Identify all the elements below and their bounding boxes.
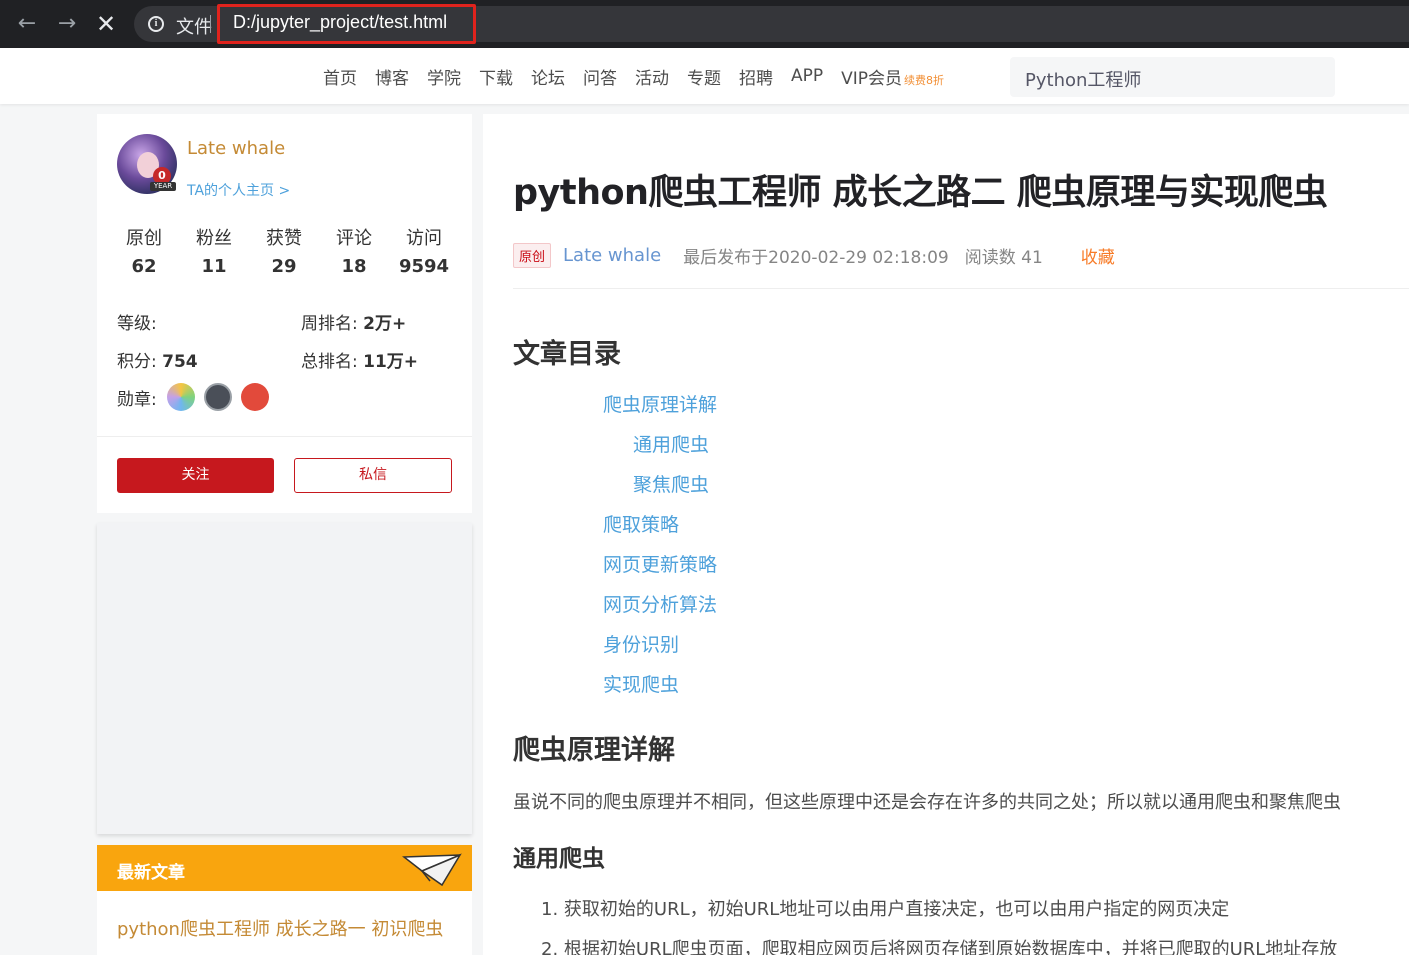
profile-stats: 原创 62 粉丝 11 获赞 29 评论 18 访问 9594 [109,224,459,277]
total-rank-label: 总排名: [301,352,358,372]
toc-link[interactable]: 爬取策略 [603,510,679,537]
medals-row: 勋章: [117,385,157,410]
stat-label: 粉丝 [196,228,232,249]
nav-link-vip[interactable]: VIP会员 续费8折 [841,64,944,89]
meta-divider [513,288,1409,289]
stat-label: 访问 [406,228,442,249]
week-rank-value: 2万+ [363,314,407,334]
nav-link-qa[interactable]: 问答 [583,64,617,89]
stat-value: 29 [271,256,297,277]
article-author[interactable]: Late whale [563,245,661,266]
stat-comments[interactable]: 评论 18 [319,224,389,277]
medal-red-icon[interactable] [241,383,269,411]
level-row: 等级: [117,309,157,334]
stat-value: 11 [201,256,227,277]
nav-link-topics[interactable]: 专题 [687,64,721,89]
nav-link-academy[interactable]: 学院 [427,64,461,89]
points-label: 积分: [117,352,157,372]
forward-arrow-icon[interactable]: → [52,9,82,39]
nav-link-download[interactable]: 下载 [479,64,513,89]
address-separator [210,15,211,33]
vip-discount-badge: 续费8折 [904,73,945,87]
toc-link[interactable]: 身份识别 [603,630,679,657]
level-label: 等级: [117,314,157,334]
stat-value: 62 [131,256,157,277]
points-row: 积分: 754 [117,347,198,372]
list-item: 1. 获取初始的URL，初始URL地址可以由用户直接决定，也可以由用户指定的网页… [541,899,1230,920]
article-read-count: 阅读数 41 [964,247,1043,268]
subsection-heading: 通用爬虫 [513,846,605,872]
stat-visits[interactable]: 访问 9594 [389,224,459,277]
section-heading: 爬虫原理详解 [513,735,675,766]
medal-rainbow-icon[interactable] [167,383,195,411]
week-rank-label: 周排名: [301,314,358,334]
recent-articles-title: 最新文章 [117,863,185,883]
toc-title: 文章目录 [513,339,621,370]
recent-article-link[interactable]: python爬虫工程师 成长之路一 初识爬虫 [117,915,443,941]
stat-fans[interactable]: 粉丝 11 [179,224,249,277]
points-value: 754 [162,352,198,372]
year-badge-label: YEAR [150,182,176,191]
nav-link-forum[interactable]: 论坛 [531,64,565,89]
recent-articles-list: python爬虫工程师 成长之路一 初识爬虫 [97,891,472,955]
article-date: 最后发布于2020-02-29 02:18:09 [683,247,949,268]
stat-original[interactable]: 原创 62 [109,224,179,277]
nav-link-blog[interactable]: 博客 [375,64,409,89]
paper-plane-icon [402,853,462,887]
toc-link[interactable]: 网页更新策略 [603,550,717,577]
medals-label: 勋章: [117,390,157,410]
toc-link[interactable]: 网页分析算法 [603,590,717,617]
recent-articles-header: 最新文章 [97,845,472,891]
toc-link[interactable]: 爬虫原理详解 [603,390,717,417]
total-rank-value: 11万+ [363,352,419,372]
browser-toolbar: ← → ✕ i 文件 D:/jupyter_project/test.html [0,0,1409,48]
toc-link[interactable]: 通用爬虫 [633,430,709,457]
nav-link-jobs[interactable]: 招聘 [739,64,773,89]
stat-value: 9594 [398,256,450,277]
profile-card: 0 YEAR Late whale TA的个人主页 > 原创 62 粉丝 11 … [97,114,472,513]
stat-likes[interactable]: 获赞 29 [249,224,319,277]
toc-link[interactable]: 聚焦爬虫 [633,470,709,497]
total-rank-row: 总排名: 11万+ [301,347,418,372]
url-text[interactable]: D:/jupyter_project/test.html [233,12,447,33]
nav-link-home[interactable]: 首页 [323,64,357,89]
week-rank-row: 周排名: 2万+ [301,309,406,334]
stat-label: 获赞 [266,228,302,249]
article-meta: 原创 Late whale 最后发布于2020-02-29 02:18:09 阅… [513,242,1115,268]
favorite-button[interactable]: 收藏 [1081,243,1115,268]
article-title: python爬虫工程师 成长之路二 爬虫原理与实现爬虫 [513,173,1328,213]
message-button[interactable]: 私信 [294,458,452,493]
profile-home-link[interactable]: TA的个人主页 > [187,180,290,200]
site-nav: 首页 博客 学院 下载 论坛 问答 活动 专题 招聘 APP VIP会员 续费8折… [0,48,1409,104]
profile-name[interactable]: Late whale [187,138,285,159]
info-icon[interactable]: i [148,16,164,32]
ad-placeholder [97,523,472,834]
vip-label: VIP会员 [841,68,903,89]
stat-label: 原创 [126,228,162,249]
year-badge: 0 YEAR [150,167,176,193]
back-arrow-icon[interactable]: ← [12,9,42,39]
list-item: 2. 根据初始URL爬虫页面，爬取相应网页后将网页存储到原始数据库中，并将已爬取… [541,939,1338,955]
search-value: Python工程师 [1025,70,1142,91]
search-input[interactable]: Python工程师 [1010,57,1335,97]
stat-value: 18 [341,256,367,277]
nav-links: 首页 博客 学院 下载 论坛 问答 活动 专题 招聘 APP VIP会员 续费8折 [314,48,953,104]
follow-button[interactable]: 关注 [117,458,274,493]
original-tag: 原创 [513,242,552,268]
card-divider [97,436,472,437]
section-paragraph: 虽说不同的爬虫原理并不相同，但这些原理中还是会存在许多的共同之处；所以就以通用爬… [513,792,1341,813]
toc-link[interactable]: 实现爬虫 [603,670,679,697]
medal-gray-icon[interactable] [204,383,232,411]
stop-loading-icon[interactable]: ✕ [91,9,121,39]
stat-label: 评论 [336,228,372,249]
nav-link-events[interactable]: 活动 [635,64,669,89]
nav-link-app[interactable]: APP [791,66,823,86]
scheme-label: 文件 [176,17,212,38]
article: python爬虫工程师 成长之路二 爬虫原理与实现爬虫 原创 Late whal… [483,114,1409,955]
